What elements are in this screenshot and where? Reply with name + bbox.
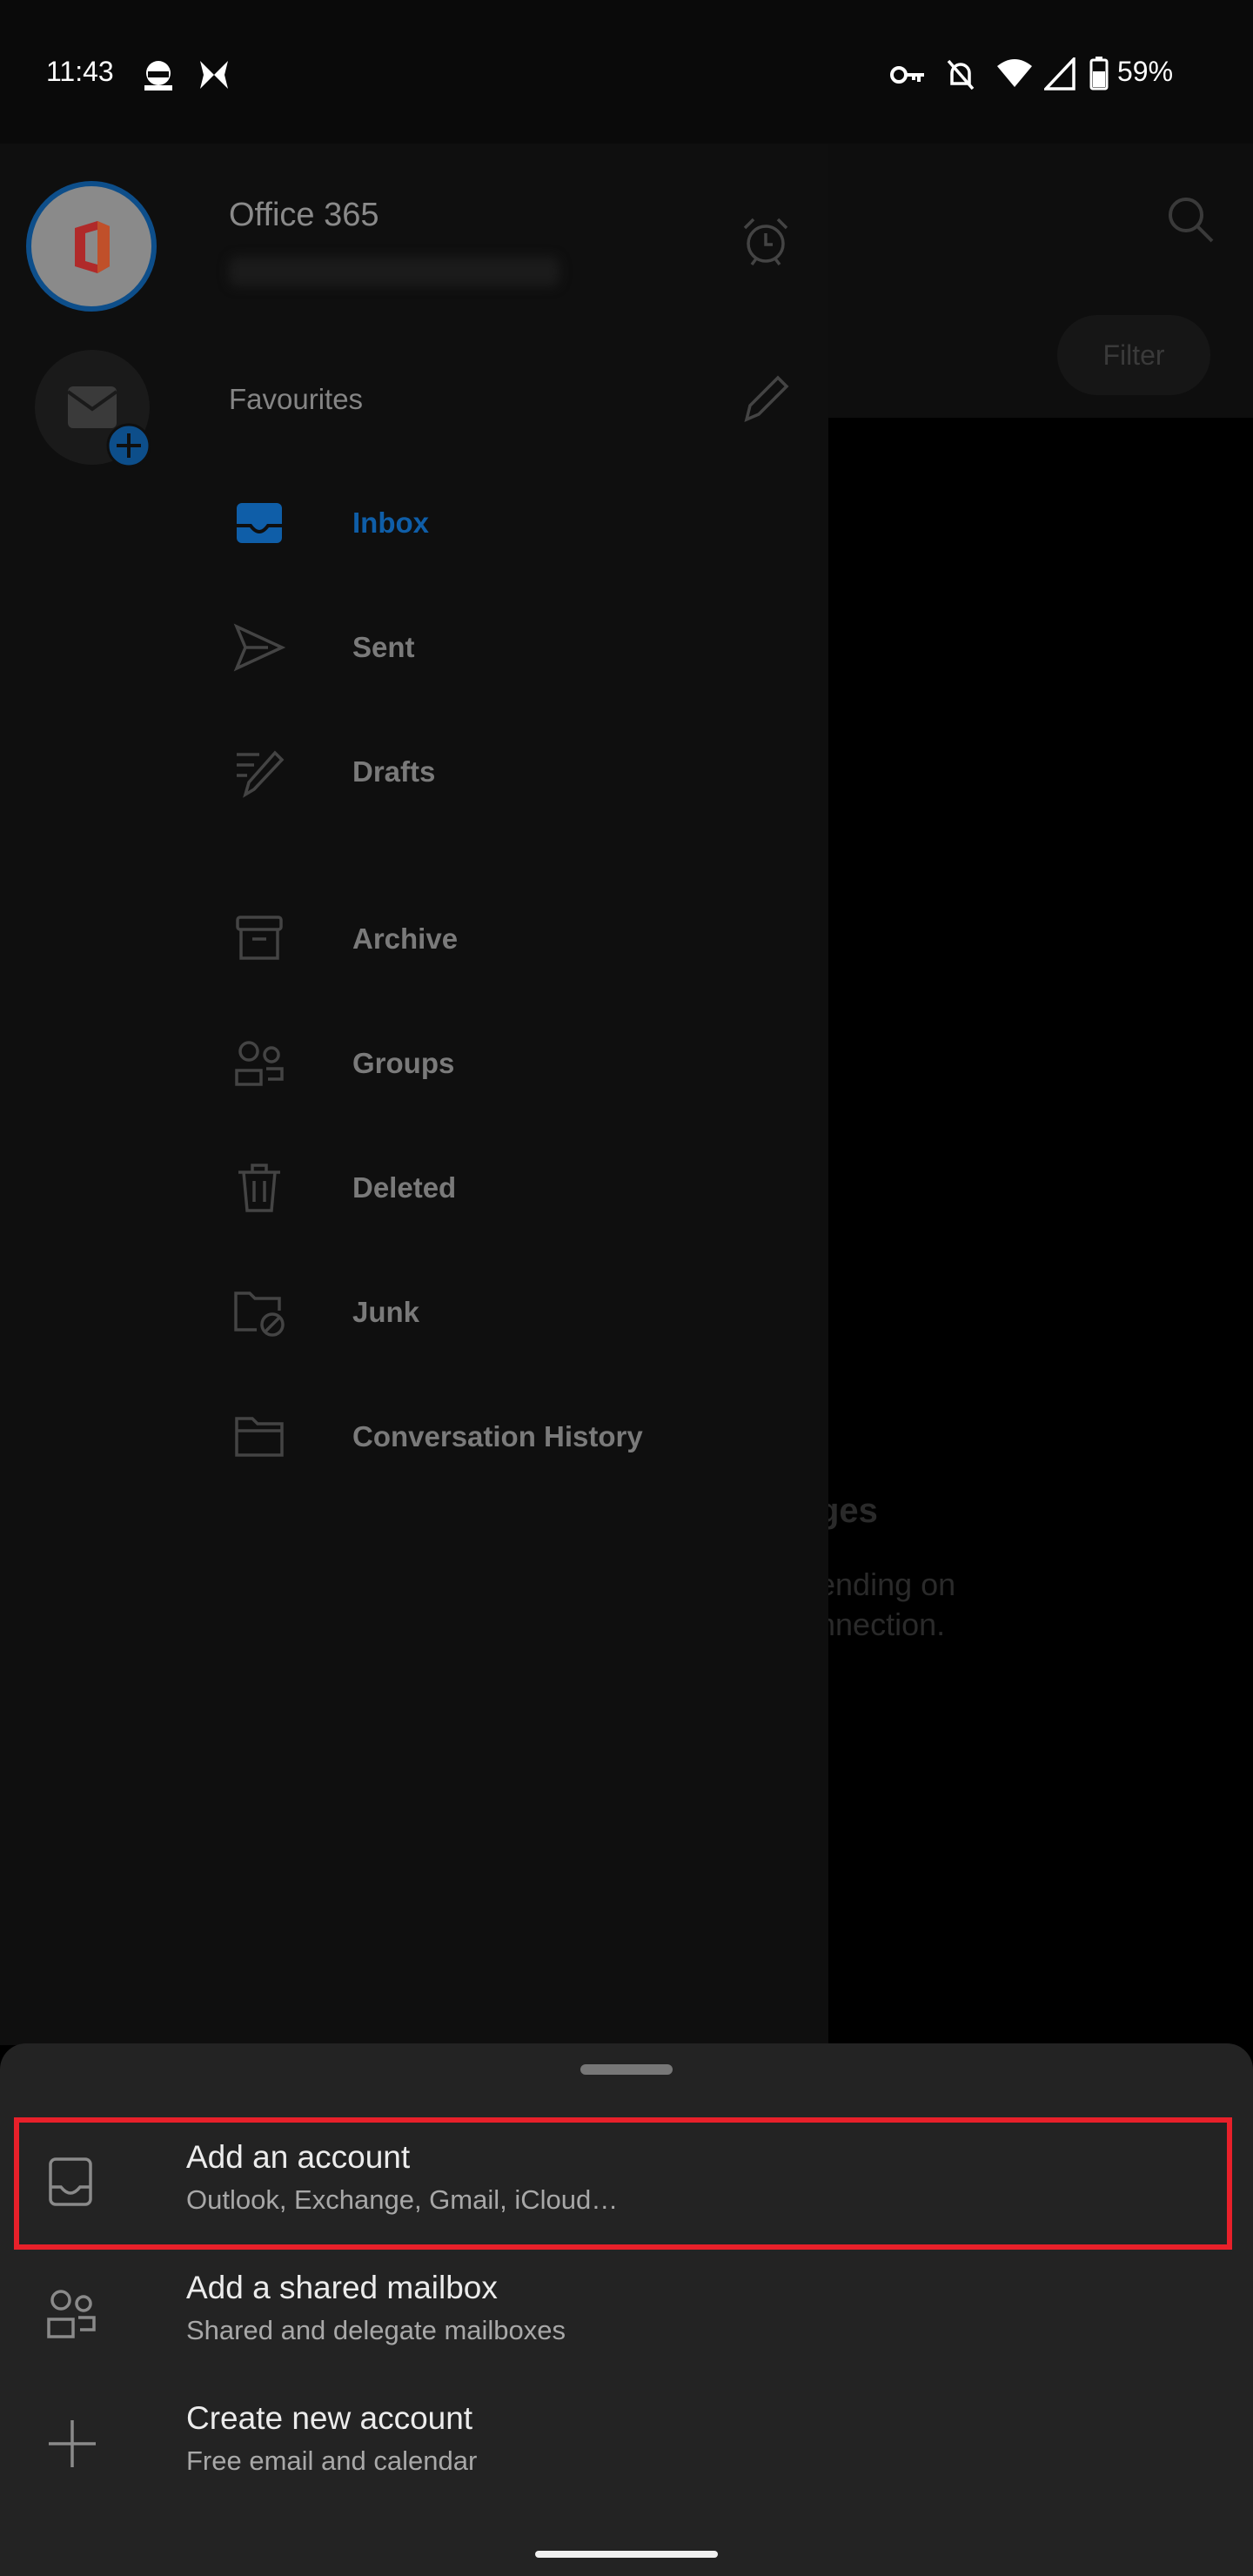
office-logo-icon	[75, 221, 110, 273]
highlight-box	[14, 2117, 1232, 2250]
junk-folder-icon	[229, 1282, 290, 1343]
status-bar: 11:43 59%	[0, 0, 1253, 144]
gesture-nav-bar[interactable]	[535, 2551, 718, 2558]
folder-icon	[229, 1406, 290, 1467]
option-create-new-account[interactable]: Create new account Free email and calend…	[0, 2385, 1253, 2506]
drawer-item-deleted[interactable]: Deleted	[229, 1144, 821, 1231]
battery-icon	[1089, 57, 1109, 91]
wifi-icon	[997, 59, 1032, 87]
sheet-drag-handle[interactable]	[580, 2064, 673, 2075]
vpn-key-icon	[890, 66, 924, 84]
empty-state-text: ending on	[818, 1566, 956, 1602]
favourites-heading: Favourites	[229, 383, 364, 415]
drawer-item-groups[interactable]: Groups	[229, 1020, 821, 1107]
account-title: Office 365	[229, 197, 379, 233]
drawer-item-inbox[interactable]: Inbox	[229, 480, 821, 567]
inbox-icon	[229, 493, 290, 553]
signal-icon	[1044, 57, 1075, 91]
empty-state-text: nnection.	[818, 1607, 946, 1642]
battery-percent: 59%	[1117, 56, 1174, 87]
drawer-item-drafts[interactable]: Drafts	[229, 728, 821, 815]
account-avatar-office365[interactable]	[26, 181, 157, 312]
archive-icon	[229, 909, 290, 969]
drafts-icon	[229, 741, 290, 802]
drawer-item-sent[interactable]: Sent	[229, 604, 821, 691]
bell-off-icon	[947, 59, 975, 91]
option-add-shared-mailbox[interactable]: Add a shared mailbox Shared and delegate…	[0, 2254, 1253, 2376]
face-icon	[144, 61, 172, 91]
people-icon	[47, 2290, 96, 2338]
filter-button[interactable]: Filter	[1057, 315, 1210, 395]
plus-badge-icon	[106, 423, 151, 468]
trash-icon	[229, 1157, 290, 1218]
drawer-item-conversation-history[interactable]: Conversation History	[229, 1393, 821, 1480]
account-email-redacted	[229, 257, 559, 286]
butterfly-icon	[200, 61, 228, 89]
alarm-icon[interactable]	[740, 216, 792, 268]
status-time: 11:43	[46, 56, 114, 87]
edit-pencil-icon[interactable]	[741, 372, 790, 425]
drawer-item-archive[interactable]: Archive	[229, 896, 821, 983]
search-icon[interactable]	[1164, 193, 1216, 245]
drawer-item-junk[interactable]: Junk	[229, 1269, 821, 1356]
plus-icon	[49, 2420, 96, 2467]
groups-icon	[229, 1033, 290, 1094]
send-icon	[229, 617, 290, 678]
